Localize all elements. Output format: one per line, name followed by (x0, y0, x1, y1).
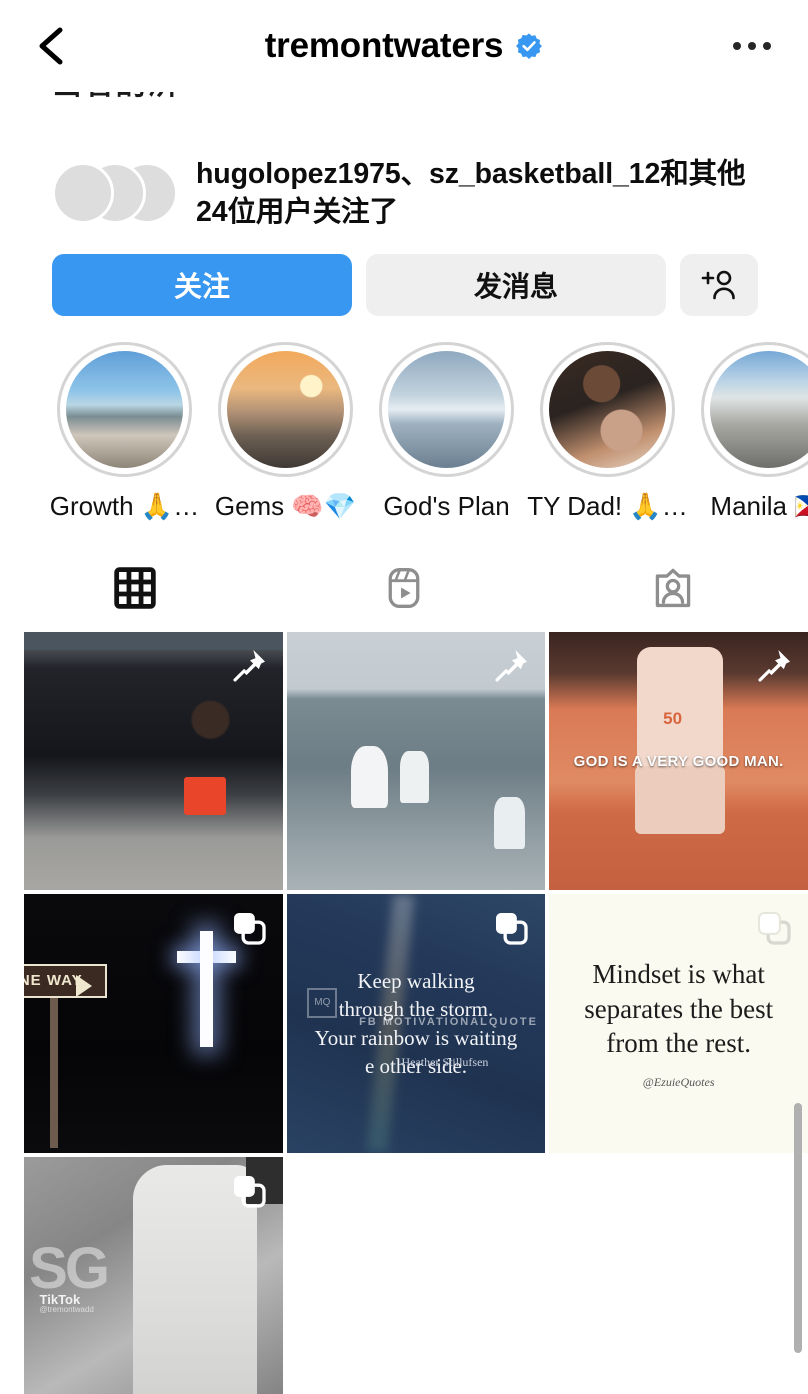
highlight-label: Gems 🧠💎 (214, 490, 357, 521)
highlight-ring (540, 341, 675, 477)
app-header: tremontwaters (0, 0, 808, 92)
post-bg-detail (351, 745, 388, 808)
highlight-cover-image (710, 350, 808, 468)
add-person-button[interactable] (680, 253, 758, 316)
page-title: tremontwaters (264, 26, 504, 65)
highlight-cover-image (388, 350, 505, 468)
highlight-label: TY Dad! 🙏… (527, 490, 688, 521)
post-bg-detail (400, 750, 429, 803)
profile-tabs (0, 550, 808, 626)
highlight-manila[interactable]: Manila 🇵🇭 (688, 341, 808, 522)
followed-by-row[interactable]: hugolopez1975、sz_basketball_12和其他24位用户关注… (0, 138, 808, 232)
instagram-profile-screen: tremontwaters 岀省酌汧 hugolopez1975、sz_bask… (0, 0, 808, 1394)
post-bg-detail (49, 997, 59, 1148)
post-tile-empty (549, 1157, 808, 1394)
post-bg-detail (199, 930, 213, 1048)
carousel-icon (233, 913, 266, 946)
highlight-growth[interactable]: Growth 🙏… (44, 341, 205, 522)
quote-line: Mindset is what (592, 959, 765, 990)
pin-icon (495, 649, 528, 682)
post-jersey-number: 50 (663, 709, 683, 729)
back-chevron-icon (39, 27, 63, 65)
post-tile[interactable]: NE WAY (24, 894, 283, 1154)
highlight-cover-image (227, 350, 344, 468)
tagged-icon (656, 568, 691, 607)
empty-slot (549, 1157, 808, 1394)
facepile-avatars[interactable] (52, 162, 178, 224)
post-bg-detail (184, 776, 226, 816)
avatar (52, 162, 114, 224)
post-tile[interactable]: MQ Keep walking through the storm. Your … (286, 894, 546, 1154)
highlight-label: Manila 🇵🇭 (710, 490, 808, 521)
tab-tagged[interactable] (539, 550, 808, 626)
post-tile[interactable] (286, 631, 546, 891)
message-button[interactable]: 发消息 (366, 253, 666, 316)
highlight-ring (57, 341, 192, 477)
highlight-cover-image (66, 350, 183, 468)
post-tile[interactable]: SG TikTok @tremontwadd (24, 1157, 283, 1394)
add-person-icon (701, 270, 735, 300)
tab-reels[interactable] (269, 550, 538, 626)
pin-icon (758, 649, 790, 682)
clipped-bio-text: 岀省酌汧 (52, 92, 756, 100)
post-tile-empty (286, 1157, 546, 1394)
post-tile[interactable]: Mindset is what separates the best from … (549, 894, 808, 1154)
post-overlay-caption: GOD IS A VERY GOOD MAN. (573, 753, 784, 771)
highlight-gods-plan[interactable]: God's Plan (366, 341, 527, 522)
quote-line: Keep walking (357, 968, 475, 993)
story-highlights: Growth 🙏… Gems 🧠💎 God's Plan TY Dad! 🙏… (0, 316, 808, 522)
post-watermark: FB MOTIVATIONALQUOTE (359, 1016, 538, 1029)
followed-by-text: hugolopez1975、sz_basketball_12和其他24位用户关注… (196, 158, 746, 228)
quote-line: Your rainbow is waiting (314, 1025, 518, 1050)
quote-line: from the rest. (606, 1028, 751, 1059)
post-bg-detail (75, 974, 92, 997)
header-title-group: tremontwaters (0, 0, 808, 92)
post-grid: 50 GOD IS A VERY GOOD MAN. NE WAY MQ Kee… (0, 631, 808, 1394)
verified-badge-icon (516, 33, 543, 59)
carousel-icon (496, 913, 528, 946)
carousel-icon (757, 912, 791, 946)
highlight-label: Growth 🙏… (49, 490, 200, 521)
highlight-gems[interactable]: Gems 🧠💎 (205, 341, 366, 522)
highlight-ring (218, 341, 353, 477)
highlight-ty-dad[interactable]: TY Dad! 🙏… (527, 341, 688, 522)
post-bg-detail (493, 797, 525, 850)
more-options-icon (733, 42, 771, 50)
post-bg-detail (634, 766, 726, 834)
carousel-icon (233, 1176, 266, 1208)
post-tile[interactable] (24, 631, 283, 891)
back-button[interactable] (30, 24, 74, 68)
grid-icon (113, 567, 156, 609)
more-options-button[interactable] (726, 24, 778, 68)
highlight-label: God's Plan (383, 490, 510, 521)
highlight-ring (379, 341, 514, 477)
tab-grid[interactable] (0, 550, 269, 626)
vertical-scrollbar[interactable] (794, 1103, 802, 1353)
post-tile[interactable]: 50 GOD IS A VERY GOOD MAN. (549, 631, 808, 891)
clipped-bio-row: 岀省酌汧 (0, 92, 808, 138)
post-quote-author: @EzuieQuotes (642, 1074, 715, 1089)
post-quote-author: Heather Stillufsen (401, 1054, 489, 1069)
empty-slot (286, 1157, 546, 1394)
quote-line: separates the best (584, 993, 774, 1024)
profile-actions: 关注 发消息 (0, 232, 808, 316)
post-watermark-handle: @tremontwadd (39, 1304, 94, 1314)
post-sign-text: NE WAY (24, 972, 83, 990)
follow-button[interactable]: 关注 (52, 253, 352, 316)
reels-icon (388, 567, 420, 608)
highlight-cover-image (549, 350, 666, 468)
highlight-ring (701, 341, 808, 477)
pin-icon (233, 649, 265, 682)
